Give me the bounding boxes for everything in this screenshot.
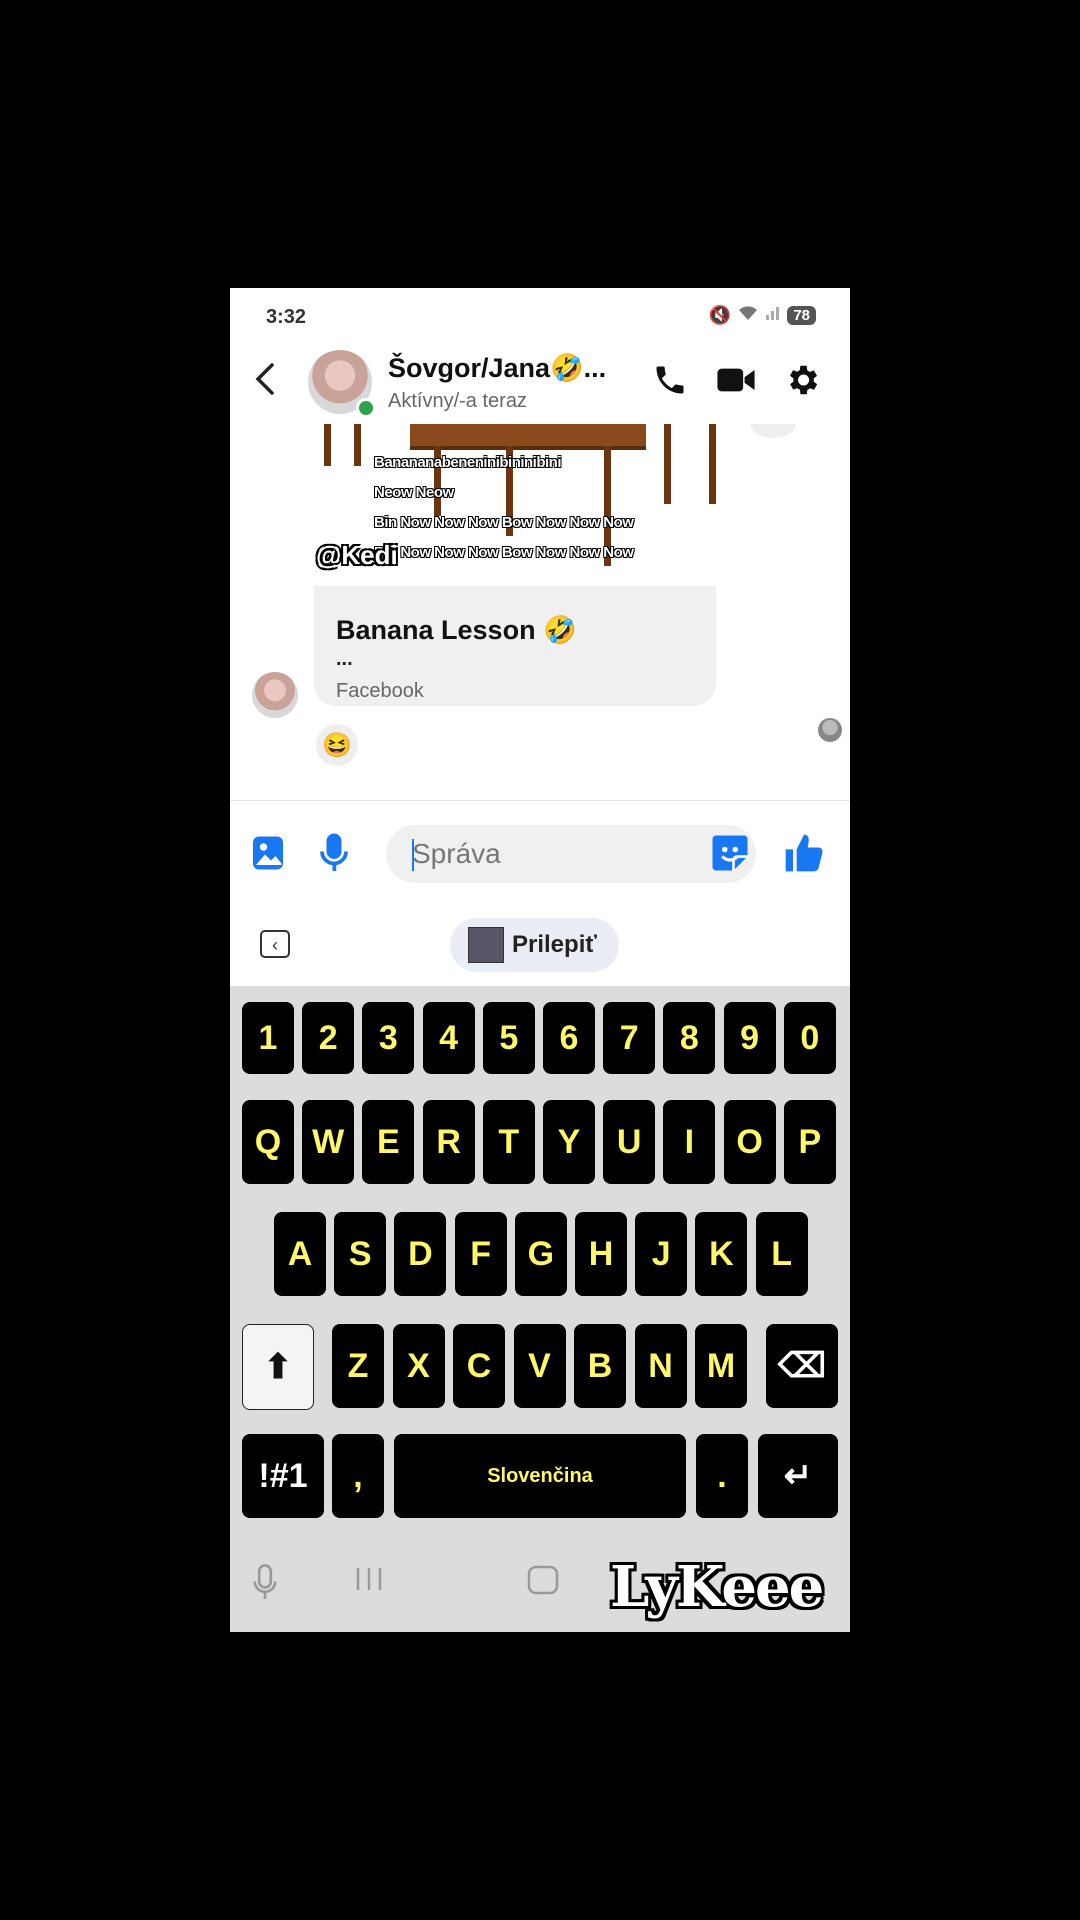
clipboard-thumbnail (468, 927, 504, 963)
settings-gear-icon[interactable] (780, 358, 824, 402)
microphone-icon[interactable] (312, 831, 356, 875)
key-k[interactable]: K (695, 1212, 748, 1296)
chair-leg (354, 424, 361, 466)
message-reaction[interactable]: 😆 (316, 724, 358, 766)
key-p[interactable]: P (783, 1100, 836, 1184)
link-source: Facebook (336, 680, 424, 702)
space-key[interactable]: Slovenčina (394, 1434, 686, 1518)
key-g[interactable]: G (514, 1212, 567, 1296)
symbols-key[interactable]: !#1 (242, 1434, 324, 1518)
chat-header: Šovgor/Jana🤣... Aktívny/-a teraz (230, 340, 850, 424)
period-key[interactable]: . (696, 1434, 748, 1518)
contact-status: Aktívny/-a teraz (388, 390, 527, 412)
backspace-key[interactable]: ⌫ (766, 1324, 838, 1408)
key-r[interactable]: R (422, 1100, 475, 1184)
keyboard-suggestion-bar: ‹ Prilepiť (230, 904, 850, 986)
home-icon[interactable] (526, 1564, 560, 1605)
recent-apps-icon[interactable] (352, 1564, 386, 1603)
key-0[interactable]: 0 (783, 1002, 836, 1074)
key-3[interactable]: 3 (362, 1002, 415, 1074)
key-y[interactable]: Y (543, 1100, 595, 1184)
signal-icon (765, 305, 781, 326)
like-thumb-icon[interactable] (782, 831, 826, 875)
sticker-icon[interactable] (708, 831, 752, 875)
seen-receipt-avatar (818, 718, 842, 742)
key-a[interactable]: A (274, 1212, 326, 1296)
shared-video-thumbnail[interactable]: Banananabeneninibininibini Neow Neow Bin… (314, 424, 718, 584)
key-9[interactable]: 9 (723, 1002, 776, 1074)
key-t[interactable]: T (482, 1100, 535, 1184)
link-description: ... (336, 648, 353, 670)
paste-label: Prilepiť (512, 931, 597, 958)
key-2[interactable]: 2 (302, 1002, 355, 1074)
key-z[interactable]: Z (332, 1324, 384, 1408)
back-arrow-icon[interactable] (254, 362, 276, 402)
key-5[interactable]: 5 (482, 1002, 535, 1074)
key-f[interactable]: F (454, 1212, 507, 1296)
meme-caption: Neow Neow (374, 484, 454, 501)
key-j[interactable]: J (635, 1212, 688, 1296)
key-7[interactable]: 7 (603, 1002, 656, 1074)
key-s[interactable]: S (334, 1212, 387, 1296)
meme-caption: Banananabeneninibininibini (374, 454, 562, 471)
key-d[interactable]: D (394, 1212, 447, 1296)
enter-key[interactable]: ↵ (758, 1434, 838, 1518)
text-cursor (412, 839, 414, 871)
key-4[interactable]: 4 (422, 1002, 475, 1074)
video-call-icon[interactable] (714, 358, 758, 402)
wifi-icon (737, 304, 759, 327)
key-h[interactable]: H (575, 1212, 627, 1296)
status-icons: 🔇 78 (709, 304, 816, 327)
key-8[interactable]: 8 (663, 1002, 716, 1074)
chair-leg (664, 424, 671, 504)
contact-name[interactable]: Šovgor/Jana🤣... (388, 352, 606, 384)
message-input[interactable] (386, 825, 756, 883)
phone-screen: 3:32 🔇 78 Šovgor/Jana🤣... Aktívny/-a ter… (230, 288, 850, 1632)
paste-chip[interactable]: Prilepiť (450, 918, 619, 972)
keyboard-toolbar-collapse-icon[interactable]: ‹ (260, 930, 290, 958)
key-w[interactable]: W (302, 1100, 355, 1184)
message-options-button[interactable] (750, 424, 796, 438)
comma-key[interactable]: , (332, 1434, 384, 1518)
sender-avatar[interactable] (252, 672, 298, 718)
key-m[interactable]: M (695, 1324, 747, 1408)
key-e[interactable]: E (362, 1100, 415, 1184)
key-q[interactable]: Q (242, 1100, 294, 1184)
key-n[interactable]: N (634, 1324, 687, 1408)
chair-leg (709, 424, 716, 504)
key-1[interactable]: 1 (242, 1002, 294, 1074)
message-composer (230, 800, 850, 905)
system-navigation-bar: LyKeee (230, 1540, 850, 1632)
voice-input-icon[interactable] (250, 1564, 280, 1611)
mute-icon: 🔇 (708, 305, 732, 325)
phone-call-icon[interactable] (648, 358, 692, 402)
battery-indicator: 78 (787, 306, 816, 325)
status-time: 3:32 (266, 306, 307, 328)
message-list[interactable]: Banananabeneninibininibini Neow Neow Bin… (230, 424, 850, 800)
link-preview-card[interactable]: Banana Lesson 🤣 ... Facebook (314, 586, 716, 706)
key-x[interactable]: X (392, 1324, 445, 1408)
key-l[interactable]: L (755, 1212, 808, 1296)
key-v[interactable]: V (513, 1324, 566, 1408)
key-u[interactable]: U (603, 1100, 656, 1184)
key-b[interactable]: B (574, 1324, 626, 1408)
key-6[interactable]: 6 (543, 1002, 595, 1074)
chair-leg (324, 424, 331, 466)
meme-handle: @Kedi (316, 540, 398, 570)
meme-caption: Bin Now Now Now Bow Now Now Now (374, 544, 634, 561)
on-screen-keyboard: 1 2 3 4 5 6 7 8 9 0 Q W E R T Y U I O P A S D F G H J K L ⬆ Z X C V B N M ⌫ !#… (230, 986, 850, 1540)
watermark-text: LyKeee (610, 1554, 824, 1620)
key-o[interactable]: O (723, 1100, 776, 1184)
status-bar: 3:32 🔇 78 (230, 288, 850, 340)
key-i[interactable]: I (663, 1100, 716, 1184)
key-c[interactable]: C (453, 1324, 505, 1408)
shift-key[interactable]: ⬆ (242, 1324, 314, 1410)
link-title: Banana Lesson 🤣 (336, 615, 577, 645)
gallery-icon[interactable] (246, 831, 290, 875)
online-indicator (356, 398, 376, 418)
meme-caption: Bin Now Now Now Bow Now Now Now (374, 514, 634, 531)
